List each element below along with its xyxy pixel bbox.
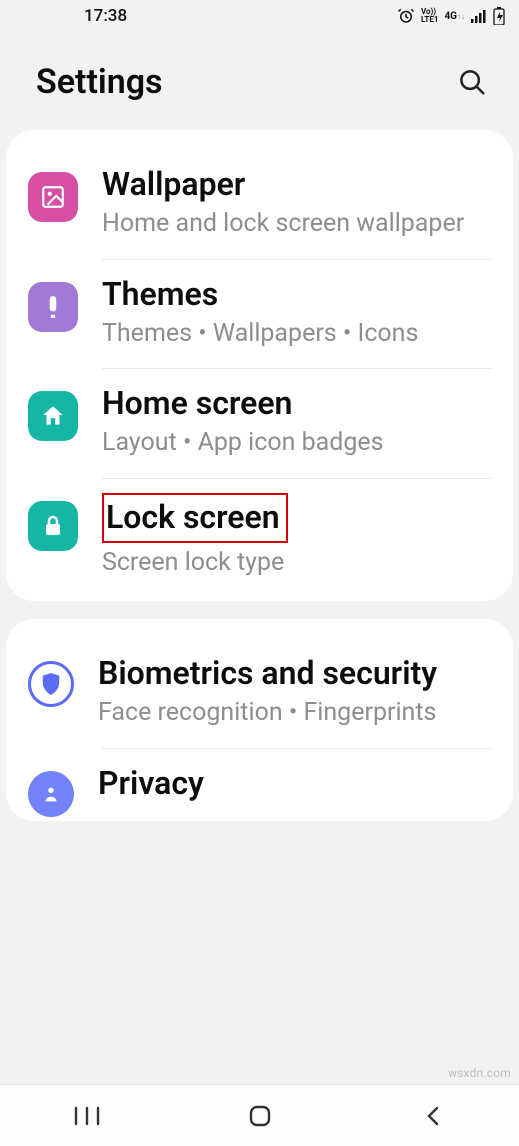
shield-icon	[28, 661, 74, 707]
recents-button[interactable]	[57, 1096, 117, 1136]
page-header: Settings	[0, 32, 519, 130]
settings-group-2: Biometrics and security Face recognition…	[6, 619, 513, 821]
status-time: 17:38	[84, 6, 127, 26]
privacy-icon	[28, 771, 74, 817]
battery-icon	[493, 7, 505, 25]
recents-icon	[74, 1106, 100, 1126]
wallpaper-icon	[28, 172, 78, 222]
back-icon	[423, 1104, 443, 1128]
item-subtitle: Themes • Wallpapers • Icons	[102, 318, 493, 351]
settings-group-1: Wallpaper Home and lock screen wallpaper…	[6, 130, 513, 601]
item-subtitle: Layout • App icon badges	[102, 427, 493, 460]
status-indicators: Vo)) LTE1 4G↑↓	[397, 7, 505, 25]
settings-item-wallpaper[interactable]: Wallpaper Home and lock screen wallpaper	[6, 150, 513, 259]
item-subtitle: Screen lock type	[102, 547, 493, 580]
item-title: Home screen	[102, 383, 292, 423]
back-button[interactable]	[403, 1096, 463, 1136]
signal-icon	[471, 9, 487, 23]
settings-item-home-screen[interactable]: Home screen Layout • App icon badges	[6, 369, 513, 478]
lock-icon	[28, 501, 78, 551]
item-subtitle: Face recognition • Fingerprints	[98, 697, 493, 730]
settings-item-lock-screen[interactable]: Lock screen Screen lock type	[6, 479, 513, 598]
navigation-bar	[0, 1084, 519, 1146]
settings-item-themes[interactable]: Themes Themes • Wallpapers • Icons	[6, 260, 513, 369]
home-button[interactable]	[230, 1096, 290, 1136]
item-title: Lock screen	[102, 493, 288, 543]
item-subtitle: Home and lock screen wallpaper	[102, 208, 493, 241]
item-title: Privacy	[98, 763, 204, 803]
network-indicator: 4G↑↓	[444, 11, 465, 22]
search-icon	[457, 67, 487, 97]
themes-icon	[28, 282, 78, 332]
item-title: Wallpaper	[102, 164, 245, 204]
home-icon	[28, 391, 78, 441]
settings-item-privacy[interactable]: Privacy	[6, 749, 513, 817]
status-bar: 17:38 Vo)) LTE1 4G↑↓	[0, 0, 519, 32]
watermark: wsxdn.com	[448, 1066, 511, 1080]
home-nav-icon	[248, 1104, 272, 1128]
item-title: Biometrics and security	[98, 653, 437, 693]
search-button[interactable]	[455, 65, 489, 99]
alarm-icon	[397, 7, 415, 25]
volte-indicator: Vo)) LTE1	[421, 8, 439, 24]
item-title: Themes	[102, 274, 218, 314]
page-title: Settings	[36, 62, 163, 102]
settings-item-biometrics[interactable]: Biometrics and security Face recognition…	[6, 639, 513, 748]
